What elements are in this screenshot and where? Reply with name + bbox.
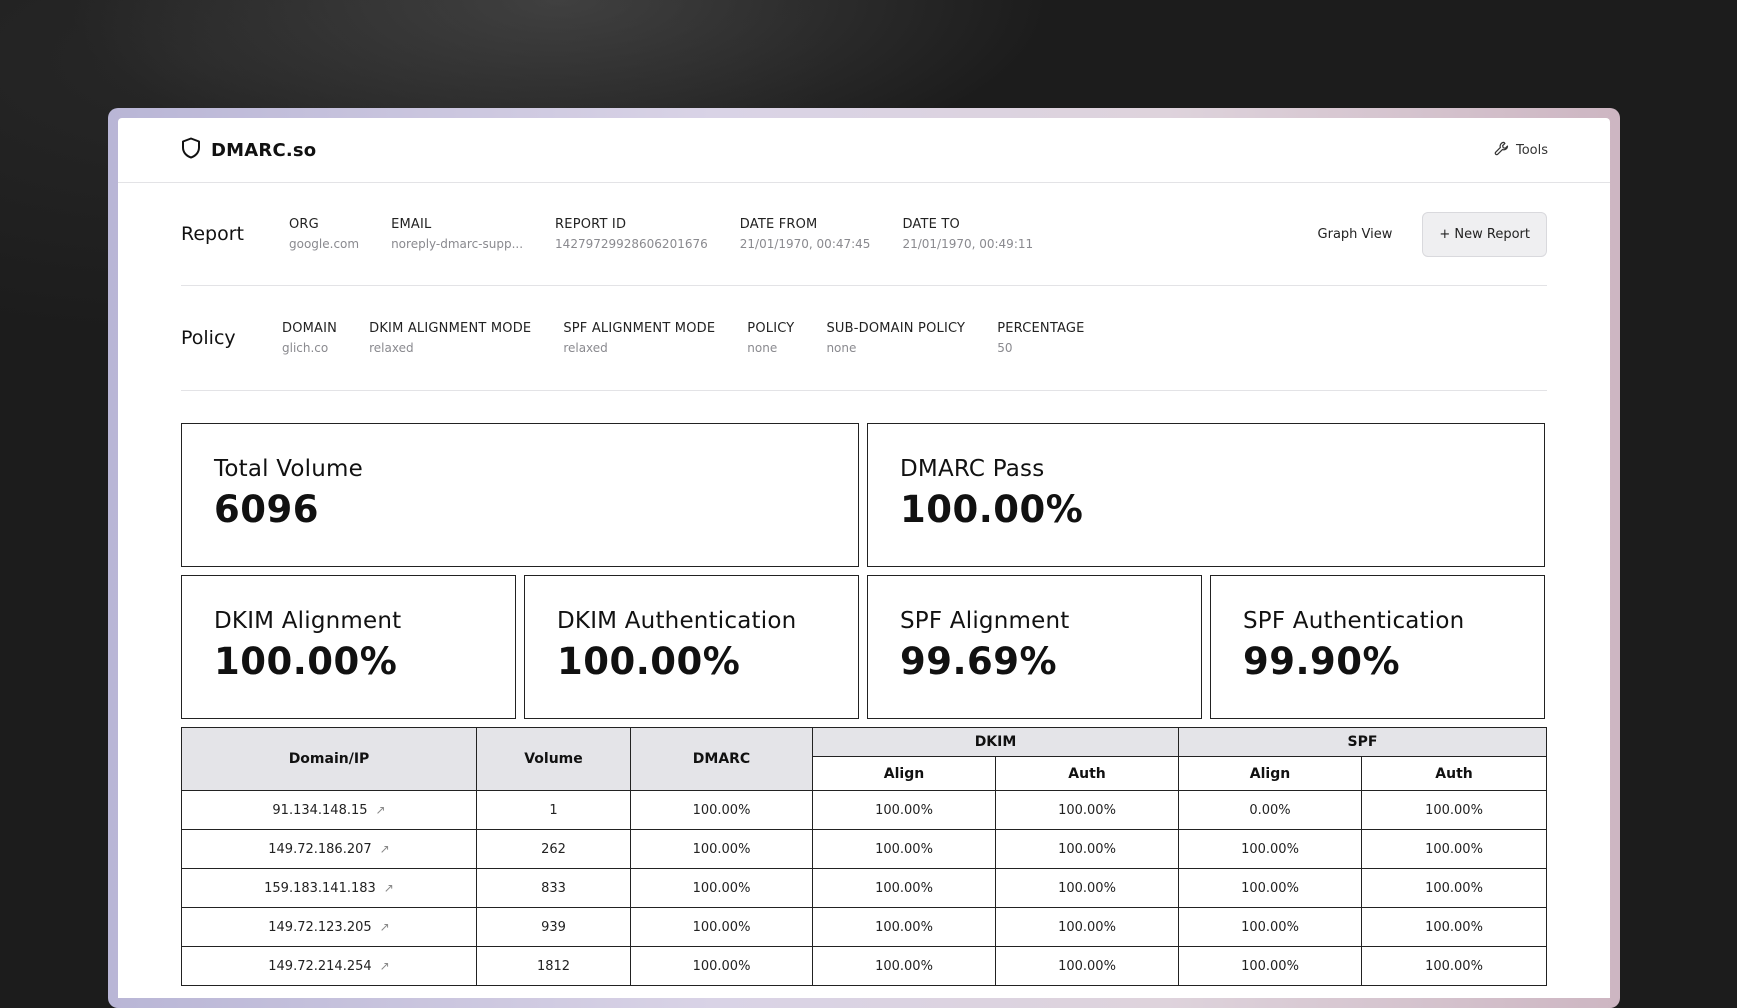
stat-card-dmarc-pass: DMARC Pass 100.00% [867,423,1545,567]
cell-dkim-auth: 100.00% [995,946,1179,986]
policy-field-dkim-alignment-mode: DKIM ALIGNMENT MODE relaxed [369,321,532,355]
cell-dkim-align: 100.00% [812,790,996,830]
report-field-org: ORG google.com [289,217,360,251]
cell-spf-auth: 100.00% [1360,790,1548,830]
col-header-dmarc: DMARC [630,727,813,791]
results-table: Domain/IP Volume DMARC DKIM SPF Align Au… [181,727,1548,986]
cell-domain-ip[interactable]: 149.72.123.205 ↗ [181,907,477,947]
cell-domain-ip[interactable]: 159.183.141.183 ↗ [181,868,477,908]
main-content: Report ORG google.com EMAIL noreply-dmar… [118,183,1610,986]
tools-button[interactable]: Tools [1494,141,1548,160]
table-row: 149.72.214.254 ↗ 1812 100.00% 100.00% 100… [181,946,1548,986]
report-section: Report ORG google.com EMAIL noreply-dmar… [181,183,1547,286]
cell-volume: 1812 [476,946,631,986]
external-link-icon[interactable]: ↗ [380,920,390,934]
table-row: 91.134.148.15 ↗ 1 100.00% 100.00% 100.00%… [181,790,1548,830]
cell-dkim-align: 100.00% [812,868,996,908]
external-link-icon[interactable]: ↗ [376,803,386,817]
stat-card-total-volume: Total Volume 6096 [181,423,859,567]
report-field-report-id: REPORT ID 14279729928606201676 [555,217,708,251]
cell-dmarc: 100.00% [630,829,813,869]
cell-dmarc: 100.00% [630,868,813,908]
cell-volume: 939 [476,907,631,947]
cell-spf-align: 100.00% [1178,829,1362,869]
report-actions: Graph View + New Report [1318,211,1547,257]
stat-card-dkim-authentication: DKIM Authentication 100.00% [524,575,859,719]
new-report-button[interactable]: + New Report [1422,211,1547,257]
stat-card-spf-authentication: SPF Authentication 99.90% [1210,575,1545,719]
external-link-icon[interactable]: ↗ [380,842,390,856]
app-window: DMARC.so Tools Report ORG google.com EMA… [118,118,1610,998]
table-row: 149.72.186.207 ↗ 262 100.00% 100.00% 100.… [181,829,1548,869]
cell-spf-auth: 100.00% [1360,907,1548,947]
cell-domain-ip[interactable]: 149.72.214.254 ↗ [181,946,477,986]
col-header-dkim-auth: Auth [995,756,1179,791]
policy-section: Policy DOMAIN glich.co DKIM ALIGNMENT MO… [181,286,1547,391]
policy-field-sub-domain-policy: SUB-DOMAIN POLICY none [826,321,966,355]
cell-spf-auth: 100.00% [1360,868,1548,908]
brand-name: DMARC.so [211,139,317,161]
cell-dmarc: 100.00% [630,907,813,947]
cell-domain-ip[interactable]: 149.72.186.207 ↗ [181,829,477,869]
report-title: Report [181,223,244,245]
col-header-domain-ip: Domain/IP [181,727,477,791]
col-header-spf-align: Align [1178,756,1362,791]
cell-spf-align: 100.00% [1178,907,1362,947]
cell-domain-ip[interactable]: 91.134.148.15 ↗ [181,790,477,830]
cell-spf-auth: 100.00% [1360,946,1548,986]
brand[interactable]: DMARC.so [181,137,316,163]
top-bar: DMARC.so Tools [118,118,1610,183]
policy-field-percentage: PERCENTAGE 50 [997,321,1085,355]
stat-card-spf-alignment: SPF Alignment 99.69% [867,575,1202,719]
stats-row-top: Total Volume 6096 DMARC Pass 100.00% [181,423,1547,567]
cell-volume: 833 [476,868,631,908]
window-frame: DMARC.so Tools Report ORG google.com EMA… [108,108,1620,1008]
cell-spf-align: 100.00% [1178,868,1362,908]
col-group-spf: SPF [1177,727,1548,757]
cell-dmarc: 100.00% [630,946,813,986]
cell-dkim-align: 100.00% [812,946,996,986]
policy-title: Policy [181,327,236,349]
stat-card-dkim-alignment: DKIM Alignment 100.00% [181,575,516,719]
table-row: 159.183.141.183 ↗ 833 100.00% 100.00% 100… [181,868,1548,908]
external-link-icon[interactable]: ↗ [384,881,394,895]
cell-spf-align: 0.00% [1178,790,1362,830]
col-group-dkim: DKIM [812,727,1179,757]
cell-spf-align: 100.00% [1178,946,1362,986]
col-header-dkim-align: Align [812,756,996,791]
graph-view-button[interactable]: Graph View [1318,227,1393,242]
cell-volume: 262 [476,829,631,869]
report-field-date-to: DATE TO 21/01/1970, 00:49:11 [902,217,1034,251]
cell-dkim-align: 100.00% [812,829,996,869]
stats-row-bottom: DKIM Alignment 100.00% DKIM Authenticati… [181,575,1547,719]
policy-field-policy: POLICY none [747,321,795,355]
tools-label: Tools [1515,142,1548,158]
shield-icon [181,137,201,163]
report-field-email: EMAIL noreply-dmarc-supp... [391,217,524,251]
cell-volume: 1 [476,790,631,830]
cell-dkim-auth: 100.00% [995,907,1179,947]
external-link-icon[interactable]: ↗ [380,959,390,973]
cell-spf-auth: 100.00% [1360,829,1548,869]
cell-dkim-align: 100.00% [812,907,996,947]
cell-dkim-auth: 100.00% [995,829,1179,869]
policy-field-spf-alignment-mode: SPF ALIGNMENT MODE relaxed [563,321,716,355]
cell-dkim-auth: 100.00% [995,790,1179,830]
col-header-volume: Volume [476,727,631,791]
cell-dmarc: 100.00% [630,790,813,830]
report-field-date-from: DATE FROM 21/01/1970, 00:47:45 [739,217,871,251]
col-header-spf-auth: Auth [1360,756,1548,791]
cell-dkim-auth: 100.00% [995,868,1179,908]
table-row: 149.72.123.205 ↗ 939 100.00% 100.00% 100.… [181,907,1548,947]
wrench-icon [1494,141,1509,160]
policy-field-domain: DOMAIN glich.co [282,321,338,355]
